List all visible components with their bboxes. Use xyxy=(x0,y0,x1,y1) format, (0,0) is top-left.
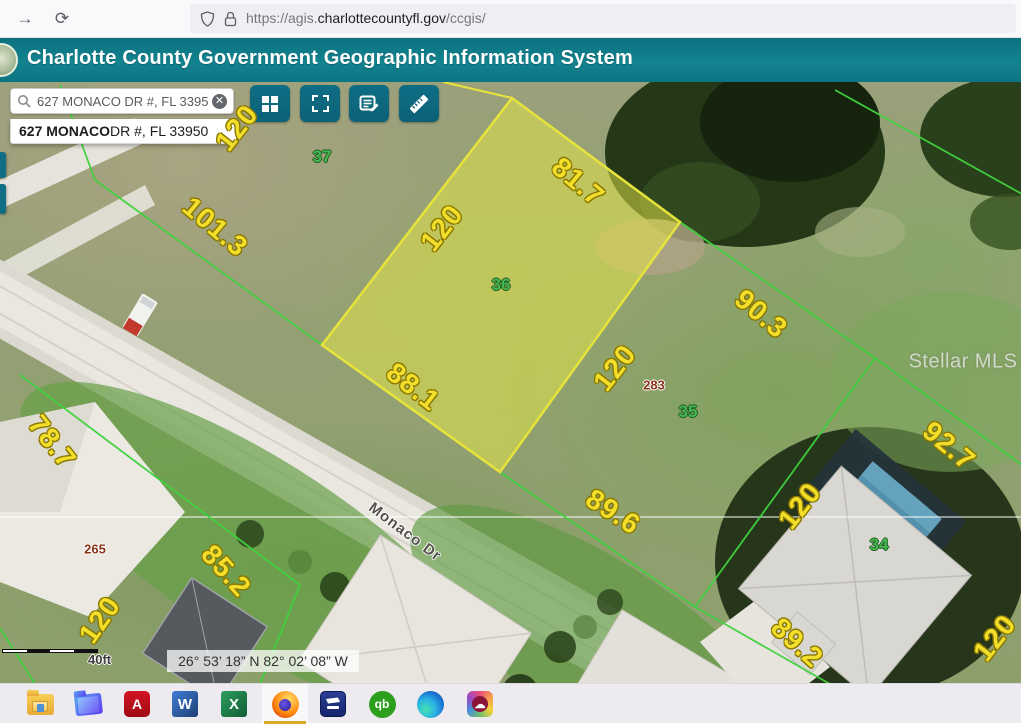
vehicle xyxy=(122,293,158,337)
county-seal-logo xyxy=(0,43,18,77)
search-input[interactable] xyxy=(37,94,212,109)
coordinate-readout: 26° 53’ 18” N 82° 02’ 08” W xyxy=(167,650,359,672)
word-icon: W xyxy=(172,691,198,717)
app-header: Charlotte County Government Geographic I… xyxy=(0,38,1021,82)
clear-search-icon[interactable]: ✕ xyxy=(212,94,227,109)
parcel-number: 36 xyxy=(492,275,511,295)
measure-ruler-icon xyxy=(407,92,431,116)
taskbar-word[interactable]: W xyxy=(162,684,208,724)
edge-icon xyxy=(417,691,444,718)
taskbar-file-explorer[interactable] xyxy=(17,684,63,724)
grid-icon xyxy=(262,96,278,112)
folder-purple-icon xyxy=(73,692,102,716)
search-suggestion[interactable]: 627 MONACO DR #, FL 33950 xyxy=(10,119,237,144)
measure-button[interactable] xyxy=(399,85,439,122)
page-title: Charlotte County Government Geographic I… xyxy=(27,47,633,70)
side-panel-tab[interactable] xyxy=(0,152,6,178)
edit-notes-button[interactable] xyxy=(349,85,389,122)
taskbar-acrobat[interactable]: A xyxy=(114,684,160,724)
creative-cloud-icon xyxy=(467,691,493,717)
marquee-select-icon xyxy=(312,95,329,112)
adobe-acrobat-icon: A xyxy=(124,691,150,717)
scale-label: 40ft xyxy=(88,652,111,667)
reload-icon[interactable]: ⟳ xyxy=(50,7,74,31)
quickbooks-icon: qb xyxy=(369,691,396,718)
taskbar-excel[interactable]: X xyxy=(211,684,257,724)
taskbar-creative-cloud[interactable] xyxy=(457,684,503,724)
parcel-code: 265 xyxy=(84,542,106,557)
firefox-icon xyxy=(272,691,299,718)
suggestion-rest-text: DR #, FL 33950 xyxy=(110,123,208,139)
suggestion-bold-text: 627 MONACO xyxy=(19,123,110,139)
taskbar-edge[interactable] xyxy=(407,684,453,724)
excel-icon: X xyxy=(221,691,247,717)
url-text: https://agis.charlottecountyfl.gov/ccgis… xyxy=(246,10,486,28)
taskbar: A W X qb xyxy=(0,683,1021,723)
edit-notes-icon xyxy=(359,95,379,113)
watermark: Stellar MLS xyxy=(909,351,1018,374)
parcel-number: 35 xyxy=(679,402,698,422)
taskbar-quickbooks[interactable]: qb xyxy=(359,684,405,724)
browser-chrome: → ⟳ https://agis.charlottecountyfl.gov/c… xyxy=(0,0,1021,38)
aerial-imagery xyxy=(0,82,1021,683)
scale-bar xyxy=(2,649,98,653)
url-bar[interactable]: https://agis.charlottecountyfl.gov/ccgis… xyxy=(190,4,1016,33)
taskbar-scanner[interactable] xyxy=(310,684,356,724)
search-box[interactable]: ✕ xyxy=(10,88,234,114)
select-area-button[interactable] xyxy=(300,85,340,122)
taskbar-folder[interactable] xyxy=(65,684,111,724)
map-canvas[interactable]: 120 101.3 120 81.7 90.3 120 88.1 92.7 78… xyxy=(0,82,1021,683)
taskbar-firefox-active[interactable] xyxy=(262,684,308,724)
search-icon xyxy=(17,94,31,108)
parcel-number: 37 xyxy=(313,147,332,167)
lock-icon[interactable] xyxy=(224,11,237,27)
forward-icon[interactable]: → xyxy=(13,7,37,31)
side-panel-tab[interactable] xyxy=(0,184,6,214)
parcel-code: 283 xyxy=(643,378,665,393)
parcel-number: 34 xyxy=(870,535,889,555)
scanner-icon xyxy=(320,691,346,717)
file-explorer-icon xyxy=(27,694,54,715)
shield-icon[interactable] xyxy=(200,11,215,27)
